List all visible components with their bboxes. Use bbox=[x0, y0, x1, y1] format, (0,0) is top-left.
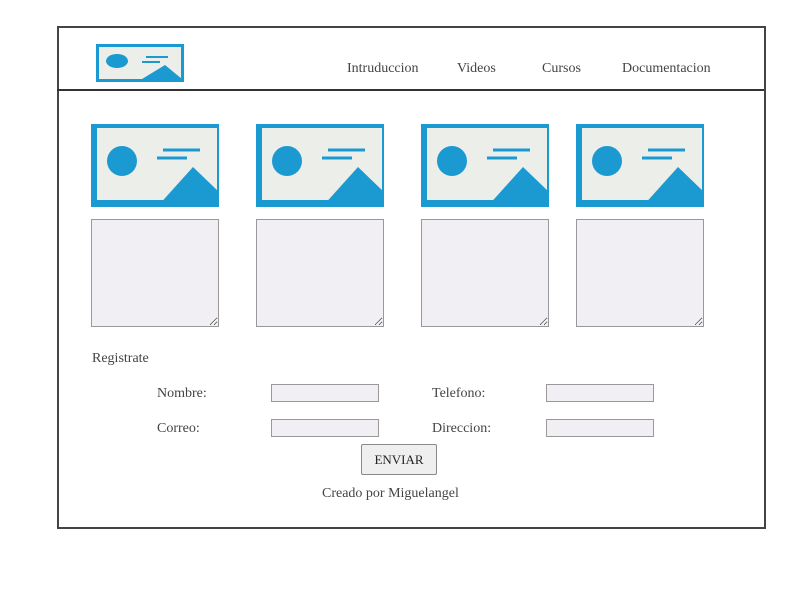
telefono-field[interactable] bbox=[546, 384, 654, 402]
nav-item-cursos[interactable]: Cursos bbox=[542, 61, 581, 77]
footer-credit: Creado por Miguelangel bbox=[322, 486, 459, 501]
direccion-field[interactable] bbox=[546, 419, 654, 437]
card-image-icon bbox=[576, 124, 704, 207]
card-image-icon bbox=[256, 124, 384, 207]
correo-field[interactable] bbox=[271, 419, 379, 437]
nombre-label: Nombre: bbox=[157, 386, 207, 401]
header-divider bbox=[57, 89, 764, 91]
form-title: Registrate bbox=[92, 351, 149, 366]
nombre-field[interactable] bbox=[271, 384, 379, 402]
correo-label: Correo: bbox=[157, 421, 200, 436]
card-textarea[interactable] bbox=[256, 219, 384, 327]
telefono-label: Telefono: bbox=[432, 386, 486, 401]
card-image-icon bbox=[421, 124, 549, 207]
card-textarea[interactable] bbox=[421, 219, 549, 327]
card-textarea[interactable] bbox=[91, 219, 219, 327]
enviar-button[interactable]: ENVIAR bbox=[361, 444, 437, 475]
nav-item-videos[interactable]: Videos bbox=[457, 61, 496, 77]
card-textarea[interactable] bbox=[576, 219, 704, 327]
logo-image-icon bbox=[96, 44, 184, 82]
card-image-icon bbox=[91, 124, 219, 207]
nav-item-introduccion[interactable]: Intruduccion bbox=[347, 61, 419, 77]
nav-item-documentacion[interactable]: Documentacion bbox=[622, 61, 711, 77]
direccion-label: Direccion: bbox=[432, 421, 492, 436]
